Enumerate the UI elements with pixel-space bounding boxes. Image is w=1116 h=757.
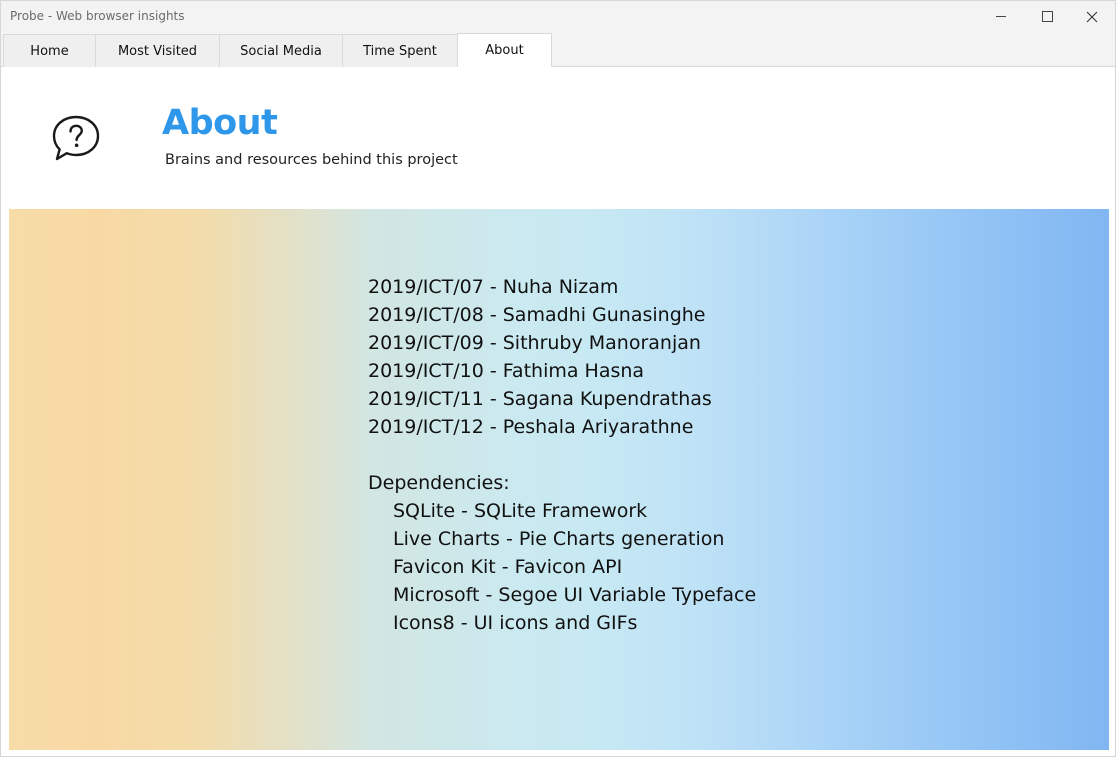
close-icon <box>1086 11 1098 22</box>
maximize-button[interactable] <box>1024 1 1070 32</box>
page-title: About <box>162 103 278 143</box>
minimize-icon <box>996 16 1006 17</box>
team-member: 2019/ICT/08 - Samadhi Gunasinghe <box>368 304 706 326</box>
tab-label: Time Spent <box>363 43 437 59</box>
tab-time-spent[interactable]: Time Spent <box>342 34 458 67</box>
team-member: 2019/ICT/11 - Sagana Kupendrathas <box>368 388 712 410</box>
dependency-item: Icons8 - UI icons and GIFs <box>393 612 638 634</box>
tab-home[interactable]: Home <box>3 34 96 67</box>
dependency-item: Favicon Kit - Favicon API <box>393 556 623 578</box>
help-speech-bubble-icon <box>52 115 100 161</box>
credits-block: 2019/ICT/07 - Nuha Nizam 2019/ICT/08 - S… <box>368 273 756 637</box>
minimize-button[interactable] <box>978 1 1024 32</box>
tab-social-media[interactable]: Social Media <box>219 34 343 67</box>
page-subtitle: Brains and resources behind this project <box>165 152 458 168</box>
close-button[interactable] <box>1069 1 1115 32</box>
title-bar[interactable]: Probe - Web browser insights <box>1 1 1115 32</box>
tab-most-visited[interactable]: Most Visited <box>95 34 220 67</box>
tab-label: About <box>485 43 524 58</box>
about-content-panel: 2019/ICT/07 - Nuha Nizam 2019/ICT/08 - S… <box>9 209 1109 750</box>
team-member: 2019/ICT/07 - Nuha Nizam <box>368 276 619 298</box>
dependencies-heading: Dependencies: <box>368 472 510 494</box>
page-header: About Brains and resources behind this p… <box>2 67 1114 209</box>
tab-label: Social Media <box>240 43 322 59</box>
window-title: Probe - Web browser insights <box>10 9 185 23</box>
team-member: 2019/ICT/10 - Fathima Hasna <box>368 360 645 382</box>
tab-label: Most Visited <box>117 43 198 59</box>
tab-bar: Home Most Visited Social Media Time Spen… <box>1 32 1115 67</box>
tab-about[interactable]: About <box>457 33 552 67</box>
team-member: 2019/ICT/12 - Peshala Ariyarathne <box>368 416 694 438</box>
maximize-icon <box>1041 11 1053 22</box>
dependency-item: SQLite - SQLite Framework <box>393 500 648 522</box>
team-member: 2019/ICT/09 - Sithruby Manoranjan <box>368 332 701 354</box>
dependency-item: Live Charts - Pie Charts generation <box>393 528 725 550</box>
dependency-item: Microsoft - Segoe UI Variable Typeface <box>393 584 757 606</box>
tab-label: Home <box>30 43 69 59</box>
app-window: Probe - Web browser insights Home Most V… <box>0 0 1116 757</box>
